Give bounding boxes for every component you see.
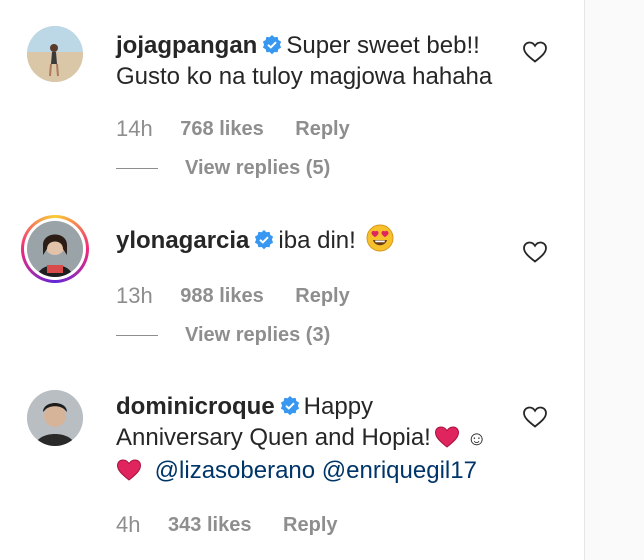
comment-text: ylonagarcia iba din! xyxy=(116,224,516,256)
divider-line xyxy=(116,335,158,337)
divider-line xyxy=(116,168,158,170)
story-ring[interactable] xyxy=(21,215,89,283)
comment-text: jojagpangan Super sweet beb!! Gusto ko na… xyxy=(116,30,516,92)
likes-count[interactable]: 988 likes xyxy=(180,285,263,308)
portrait-avatar-icon xyxy=(27,221,83,277)
comment-item: dominicroque Happy Anniversary Quen and H… xyxy=(0,376,584,560)
reply-button[interactable]: Reply xyxy=(295,285,349,308)
verified-badge-icon xyxy=(255,230,274,250)
comment-body-line1: Happy xyxy=(303,393,374,420)
verified-badge-icon xyxy=(263,35,282,55)
comment-item: ylonagarcia iba din! 13h 988 likes Reply … xyxy=(0,210,584,360)
view-replies-label: View replies (3) xyxy=(185,324,331,346)
username-link[interactable]: jojagpangan xyxy=(116,32,257,59)
view-replies-label: View replies (5) xyxy=(185,157,331,179)
comment-body: iba din! xyxy=(278,227,356,254)
timestamp[interactable]: 13h xyxy=(116,283,153,309)
heart-eyes-emoji-icon xyxy=(366,224,394,252)
user-avatar[interactable] xyxy=(27,390,83,446)
user-avatar[interactable] xyxy=(27,221,83,277)
username-link[interactable]: ylonagarcia xyxy=(116,227,249,254)
mention-link[interactable]: @lizasoberano xyxy=(155,457,315,484)
smiley-emoji: ☺ xyxy=(466,428,487,450)
comment-text: dominicroque Happy Anniversary Quen and H… xyxy=(116,391,521,486)
right-sidebar xyxy=(584,0,644,560)
like-heart-icon[interactable] xyxy=(522,40,548,64)
reply-button[interactable]: Reply xyxy=(283,514,337,537)
comment-body-line1: Super sweet beb!! xyxy=(286,32,480,59)
mention-link[interactable]: @enriquegil17 xyxy=(322,457,477,484)
comment-meta: 14h 768 likes Reply xyxy=(116,116,350,144)
timestamp[interactable]: 14h xyxy=(116,116,153,142)
beach-photo-avatar-icon xyxy=(27,26,83,82)
comment-body-line2: Gusto ko na tuloy magjowa hahaha xyxy=(116,63,493,90)
comment-item: jojagpangan Super sweet beb!! Gusto ko na… xyxy=(0,0,584,200)
portrait-avatar-icon xyxy=(27,390,83,446)
view-replies-button[interactable]: View replies (5) xyxy=(116,157,330,183)
user-avatar[interactable] xyxy=(27,26,83,82)
comment-meta: 4h 343 likes Reply xyxy=(116,512,338,540)
view-replies-button[interactable]: View replies (3) xyxy=(116,324,330,350)
reply-button[interactable]: Reply xyxy=(295,118,349,141)
likes-count[interactable]: 343 likes xyxy=(168,514,251,537)
username-link[interactable]: dominicroque xyxy=(116,393,275,420)
like-heart-icon[interactable] xyxy=(522,240,548,264)
like-heart-icon[interactable] xyxy=(522,405,548,429)
red-heart-emoji-icon xyxy=(116,459,142,481)
comments-panel: jojagpangan Super sweet beb!! Gusto ko na… xyxy=(0,0,584,560)
likes-count[interactable]: 768 likes xyxy=(180,118,263,141)
red-heart-emoji-icon xyxy=(434,426,459,448)
comment-meta: 13h 988 likes Reply xyxy=(116,283,350,311)
comment-body-line2: Anniversary Quen and Hopia! xyxy=(116,424,431,451)
verified-badge-icon xyxy=(280,396,299,416)
timestamp[interactable]: 4h xyxy=(116,512,140,538)
